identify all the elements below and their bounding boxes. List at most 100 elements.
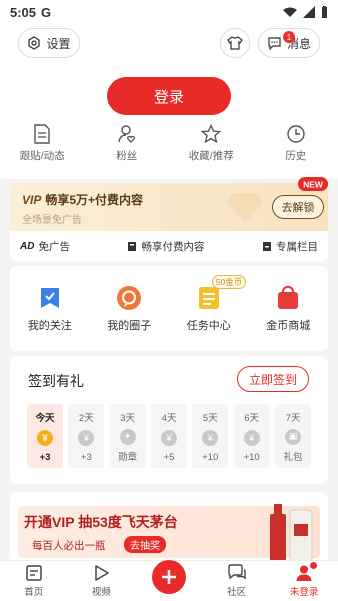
feature-grid: 我的关注 我的圈子 50金币 任务中心 金币商城 xyxy=(10,266,328,351)
wifi-icon xyxy=(283,7,297,17)
coin-icon: ¥ xyxy=(37,430,53,446)
signin-day[interactable]: 2天 ¥ +3 xyxy=(68,404,105,468)
profile-header: 设置 1 消息 登录 跟贴/动态 粉丝 收藏/推荐 历史 xyxy=(0,24,338,179)
tab-community[interactable]: 社区 xyxy=(207,564,267,598)
signin-day[interactable]: 今天 ¥ +3 xyxy=(27,404,63,468)
coin-icon: ¥ xyxy=(160,430,177,446)
day-reward: +5 xyxy=(163,452,175,463)
new-tag: NEW xyxy=(298,177,328,191)
community-chat-icon xyxy=(227,564,246,580)
signin-card: 签到有礼 立即签到 今天 ¥ +3 2天 ¥ +3 3天 ✦ 勋章 4天 ¥ +5 5天 ¥ +10… xyxy=(10,356,328,484)
document-icon xyxy=(34,124,50,144)
quick-links: 跟贴/动态 粉丝 收藏/推荐 历史 xyxy=(0,124,338,169)
dress-up-button[interactable] xyxy=(220,28,250,58)
signin-day[interactable]: 7天 ▣ 礼包 xyxy=(274,404,311,468)
shopping-bag-icon xyxy=(278,285,299,309)
quick-link-label: 历史 xyxy=(285,150,307,162)
feature-my-circles[interactable]: 我的圈子 xyxy=(94,285,164,333)
vip-watermark-icon xyxy=(227,193,263,223)
feature-label: 我的圈子 xyxy=(107,319,152,332)
day-label: 3天 xyxy=(120,413,136,424)
promo-banner[interactable]: 开通VIP 抽53度飞天茅台 每百人必出一瓶 去抽奖 xyxy=(10,492,328,562)
perk-label: 免广告 xyxy=(38,240,70,253)
day-label: 6天 xyxy=(244,413,260,424)
play-icon xyxy=(95,565,110,581)
message-badge: 1 xyxy=(282,31,295,43)
settings-label: 设置 xyxy=(46,36,71,51)
login-button[interactable]: 登录 xyxy=(107,77,231,115)
tab-label: 视频 xyxy=(91,587,111,598)
perk-no-ads: AD 免广告 xyxy=(20,239,70,254)
quick-link-fans[interactable]: 粉丝 xyxy=(92,124,162,169)
status-bar: 5:05 G xyxy=(0,0,338,24)
quick-link-posts[interactable]: 跟贴/动态 xyxy=(7,124,77,169)
signin-day[interactable]: 6天 ¥ +10 xyxy=(233,404,270,468)
day-label: 2天 xyxy=(78,413,94,424)
quick-link-label: 粉丝 xyxy=(116,150,138,162)
vip-title: VIP 畅享5万+付费内容 xyxy=(22,191,143,208)
feature-coin-mall[interactable]: 金币商城 xyxy=(253,285,323,333)
settings-button[interactable]: 设置 xyxy=(18,28,80,58)
medal-icon: ✦ xyxy=(119,428,136,445)
plus-icon xyxy=(161,570,176,584)
feature-task-center[interactable]: 50金币 任务中心 xyxy=(174,274,247,333)
home-news-icon xyxy=(26,565,42,581)
tab-label: 未登录 xyxy=(289,587,319,598)
book-icon xyxy=(128,241,137,251)
clock-icon xyxy=(287,125,305,143)
status-time: 5:05 xyxy=(10,4,37,20)
tab-home[interactable]: 首页 xyxy=(4,564,64,598)
messages-button[interactable]: 1 消息 xyxy=(258,28,320,58)
signin-day[interactable]: 4天 ¥ +5 xyxy=(150,404,187,468)
ad-icon: AD xyxy=(20,240,35,252)
promo-subtitle: 每百人必出一瓶 xyxy=(32,540,106,552)
day-reward: +10 xyxy=(243,452,260,463)
day-label: 5天 xyxy=(202,413,218,424)
day-reward: 勋章 xyxy=(118,452,138,463)
carrier-icon: G xyxy=(41,4,52,20)
tab-video[interactable]: 视频 xyxy=(71,564,131,598)
perk-paid-content: 畅享付费内容 xyxy=(127,239,204,254)
battery-icon xyxy=(322,5,327,18)
perk-label: 畅享付费内容 xyxy=(141,240,205,253)
feature-my-follows[interactable]: 我的关注 xyxy=(15,285,85,333)
day-reward: +3 xyxy=(39,452,51,463)
settings-icon xyxy=(28,36,41,50)
signin-day[interactable]: 5天 ¥ +10 xyxy=(192,404,229,468)
chat-icon xyxy=(268,37,281,50)
user-heart-icon xyxy=(118,125,135,143)
tshirt-icon xyxy=(227,36,243,50)
vip-unlock-button[interactable]: 去解锁 xyxy=(272,195,324,219)
day-label: 今天 xyxy=(35,413,55,424)
quick-link-favorites[interactable]: 收藏/推荐 xyxy=(176,124,246,169)
vip-title-text: 畅享5万+付费内容 xyxy=(45,193,144,207)
column-icon xyxy=(262,241,271,251)
promo-title: 开通VIP 抽53度飞天茅台 xyxy=(24,514,178,530)
tab-label: 社区 xyxy=(227,587,247,598)
vip-card[interactable]: VIP 畅享5万+付费内容 全场景免广告 去解锁 AD 免广告 畅享付费内容 专属栏… xyxy=(10,183,328,261)
coin-icon: ¥ xyxy=(202,430,219,446)
vip-badge: VIP xyxy=(22,193,42,207)
tab-label: 首页 xyxy=(24,587,44,598)
feature-label: 金币商城 xyxy=(266,319,311,332)
quick-link-label: 收藏/推荐 xyxy=(188,150,234,162)
quick-link-label: 跟贴/动态 xyxy=(19,150,65,162)
perk-label: 专属栏目 xyxy=(275,240,318,253)
new-tag-text: NEW xyxy=(303,180,324,190)
signin-days: 今天 ¥ +3 2天 ¥ +3 3天 ✦ 勋章 4天 ¥ +5 5天 ¥ +10 6天 ¥ +10 7天… xyxy=(27,404,311,468)
coin-icon: ¥ xyxy=(78,430,95,446)
tab-profile[interactable]: 未登录 xyxy=(274,562,334,598)
feature-label: 我的关注 xyxy=(27,319,72,332)
day-label: 7天 xyxy=(285,413,301,424)
coin-tag: 50金币 xyxy=(211,274,247,289)
promo-draw-button[interactable]: 去抽奖 xyxy=(124,536,166,553)
circle-chat-icon xyxy=(117,285,142,310)
message-icon-wrap: 1 xyxy=(267,31,295,50)
star-icon xyxy=(201,124,222,144)
publish-button[interactable] xyxy=(151,560,186,594)
signin-day[interactable]: 3天 ✦ 勋章 xyxy=(109,404,146,468)
signal-icon xyxy=(303,6,315,18)
tab-publish[interactable] xyxy=(139,560,199,598)
quick-link-history[interactable]: 历史 xyxy=(261,124,331,169)
signin-button[interactable]: 立即签到 xyxy=(237,366,309,392)
